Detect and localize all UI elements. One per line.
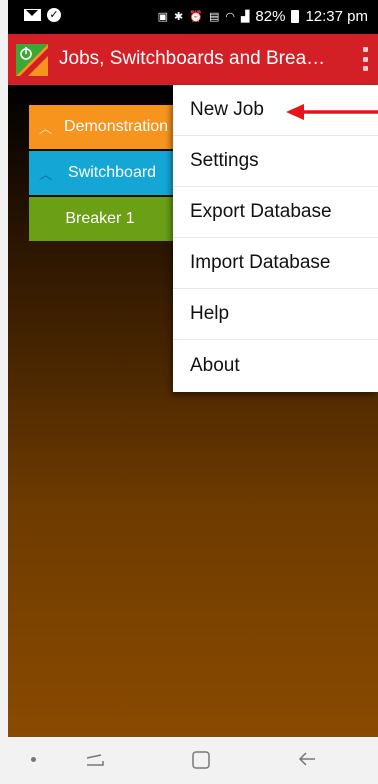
check-icon: ✓ <box>47 8 61 22</box>
status-right: ▣ ✱ ⏰ ▤ ◠ ▟ 82% 12:37 pm <box>158 8 368 25</box>
bluetooth-icon: ✱ <box>174 11 184 23</box>
phone-device: ✓ ▣ ✱ ⏰ ▤ ◠ ▟ 82% 12:37 pm Jobs, Switchb… <box>0 0 378 784</box>
caret-up-icon[interactable]: ︿ <box>39 164 52 183</box>
status-bar: ✓ ▣ ✱ ⏰ ▤ ◠ ▟ 82% 12:37 pm <box>8 0 378 34</box>
wifi-icon: ◠ <box>225 11 235 23</box>
nfc-icon: ▣ <box>157 11 169 23</box>
app-power-icon <box>16 44 48 76</box>
menu-item-help[interactable]: Help <box>173 289 378 340</box>
switchboard-label: Switchboard <box>68 164 157 181</box>
annotation-arrow-icon <box>286 104 378 120</box>
tree-item-job[interactable]: ︿ Demonstration <box>29 105 189 149</box>
status-left-icons: ✓ <box>24 8 61 22</box>
signal-icon: ▟ <box>240 11 250 23</box>
menu-item-import-database[interactable]: Import Database <box>173 238 378 289</box>
tree-item-breaker[interactable]: Breaker 1 <box>29 197 189 241</box>
alarm-icon: ⏰ <box>189 11 203 23</box>
caret-up-icon[interactable]: ︿ <box>39 118 52 137</box>
nav-bar <box>0 737 378 784</box>
breaker-label: Breaker 1 <box>65 210 135 227</box>
recents-icon[interactable] <box>84 749 106 771</box>
menu-item-about[interactable]: About <box>173 340 378 391</box>
battery-percent: 82% <box>255 8 286 25</box>
app-bar: Jobs, Switchboards and Brea… <box>8 34 378 85</box>
volte-icon: ▤ <box>208 11 220 23</box>
menu-item-export-database[interactable]: Export Database <box>173 187 378 238</box>
menu-item-settings[interactable]: Settings <box>173 136 378 187</box>
battery-icon <box>291 10 300 23</box>
back-icon[interactable] <box>296 748 318 770</box>
tree-item-switchboard[interactable]: ︿ Switchboard <box>29 151 189 195</box>
clock: 12:37 pm <box>305 8 368 25</box>
overflow-menu: New Job Settings Export Database Import … <box>173 85 378 392</box>
overflow-menu-icon[interactable] <box>362 47 368 71</box>
nav-dot-icon <box>31 757 36 762</box>
app-title: Jobs, Switchboards and Brea… <box>59 48 326 69</box>
job-label: Demonstration <box>64 118 169 135</box>
home-icon[interactable] <box>191 750 211 770</box>
mail-icon <box>24 9 41 21</box>
